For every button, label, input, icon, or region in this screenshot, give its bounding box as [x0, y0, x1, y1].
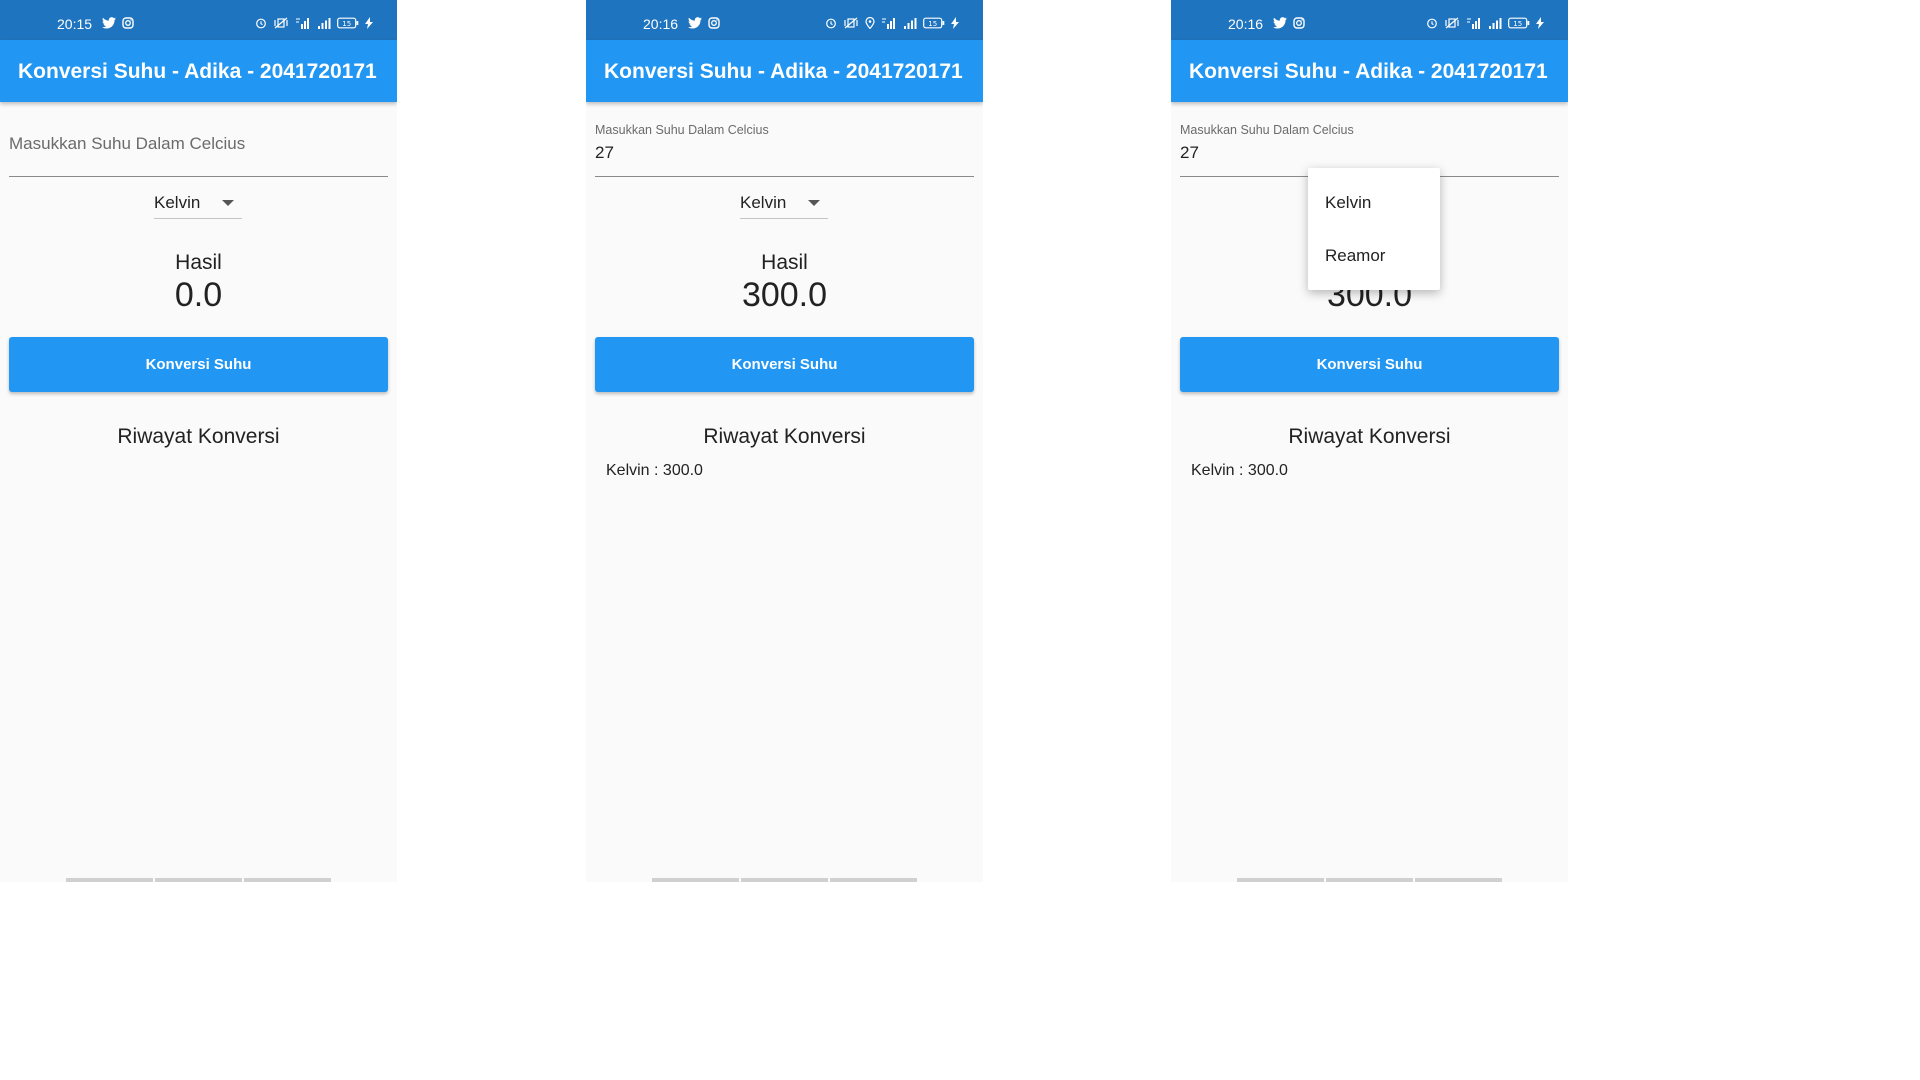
twitter-icon	[102, 17, 116, 29]
vibrate-icon	[1445, 17, 1459, 29]
celsius-input-field[interactable]: Masukkan Suhu Dalam Celcius	[9, 118, 388, 177]
navigation-handle[interactable]	[652, 878, 917, 882]
app-bar: Konversi Suhu - Adika - 2041720171	[586, 40, 983, 102]
charging-icon	[1536, 17, 1544, 29]
status-notification-icons	[1273, 17, 1305, 29]
history-list: Kelvin : 300.0	[1191, 461, 1551, 481]
status-bar: 20:16 15	[1171, 0, 1568, 40]
alarm-icon	[256, 18, 266, 29]
app-title: Konversi Suhu - Adika - 2041720171	[604, 60, 963, 83]
charging-icon	[365, 17, 373, 29]
signal-icon	[318, 18, 331, 29]
dropdown-option-kelvin[interactable]: Kelvin	[1325, 193, 1371, 213]
twitter-icon	[688, 17, 702, 29]
alarm-icon	[1427, 18, 1437, 29]
navigation-handle[interactable]	[1237, 878, 1502, 882]
unit-dropdown-menu: Kelvin Reamor	[1308, 168, 1440, 290]
app-bar: Konversi Suhu - Adika - 2041720171	[1171, 40, 1568, 102]
instagram-icon	[708, 17, 720, 29]
history-title: Riwayat Konversi	[117, 425, 280, 448]
dropdown-arrow-icon	[808, 200, 820, 206]
celsius-input-placeholder: Masukkan Suhu Dalam Celcius	[9, 134, 246, 153]
svg-text:15: 15	[342, 20, 351, 28]
status-notification-icons	[688, 17, 720, 29]
celsius-input-value: 27	[595, 143, 614, 162]
battery-icon: 15	[923, 17, 945, 29]
dropdown-arrow-icon	[222, 200, 234, 206]
celsius-input-value: 27	[1180, 143, 1199, 162]
signal-icon	[1489, 18, 1502, 29]
celsius-input-label: Masukkan Suhu Dalam Celcius	[1180, 123, 1354, 137]
status-bar: 20:16 15	[586, 0, 983, 40]
mobile-data-icon	[882, 18, 895, 29]
status-time: 20:16	[643, 16, 679, 32]
vibrate-icon	[844, 17, 858, 29]
status-time: 20:15	[57, 16, 93, 32]
unit-dropdown-value: Kelvin	[740, 193, 787, 212]
mobile-data-icon	[1467, 18, 1480, 29]
battery-icon: 15	[337, 17, 359, 29]
unit-dropdown-value: Kelvin	[154, 193, 201, 212]
app-title: Konversi Suhu - Adika - 2041720171	[18, 60, 377, 83]
status-system-icons: 15	[255, 17, 373, 29]
charging-icon	[951, 17, 959, 29]
unit-dropdown[interactable]: Kelvin	[740, 188, 828, 219]
signal-icon	[904, 18, 917, 29]
vibrate-icon	[274, 17, 288, 29]
history-item: Kelvin : 300.0	[606, 462, 703, 479]
location-icon	[865, 17, 875, 29]
history-list: Kelvin : 300.0	[606, 461, 966, 481]
mobile-data-icon	[296, 18, 309, 29]
celsius-input-label: Masukkan Suhu Dalam Celcius	[595, 123, 769, 137]
instagram-icon	[122, 17, 134, 29]
history-item: Kelvin : 300.0	[1191, 462, 1288, 479]
battery-icon: 15	[1508, 17, 1530, 29]
instagram-icon	[1293, 17, 1305, 29]
navigation-handle[interactable]	[66, 878, 331, 882]
status-time: 20:16	[1228, 16, 1264, 32]
app-bar: Konversi Suhu - Adika - 2041720171	[0, 40, 397, 102]
twitter-icon	[1273, 17, 1287, 29]
phone-screen-2: 20:16 15 Konversi Suhu - Adika - 2041720…	[586, 0, 983, 882]
alarm-icon	[826, 18, 836, 29]
result-label: Hasil	[175, 251, 222, 274]
phone-screen-1: 20:15 15 Konversi Suhu - Adika - 2041720…	[0, 0, 397, 882]
convert-button[interactable]: Konversi Suhu	[595, 337, 974, 392]
status-bar: 20:15 15	[0, 0, 397, 40]
convert-button[interactable]: Konversi Suhu	[1180, 337, 1559, 392]
status-notification-icons	[102, 17, 134, 29]
result-value: 300.0	[741, 276, 828, 314]
svg-text:15: 15	[928, 20, 937, 28]
svg-text:15: 15	[1513, 20, 1522, 28]
history-title: Riwayat Konversi	[703, 425, 866, 448]
dropdown-option-reamor[interactable]: Reamor	[1325, 246, 1385, 266]
celsius-input-field[interactable]: Masukkan Suhu Dalam Celcius 27	[595, 118, 974, 177]
result-label: Hasil	[761, 251, 808, 274]
app-title: Konversi Suhu - Adika - 2041720171	[1189, 60, 1548, 83]
status-system-icons: 15	[825, 17, 959, 29]
unit-dropdown[interactable]: Kelvin	[154, 188, 242, 219]
result-value: 0.0	[174, 276, 223, 314]
phone-screen-3: 20:16 15 Konversi Suhu - Adika - 2041720…	[1171, 0, 1568, 882]
convert-button[interactable]: Konversi Suhu	[9, 337, 388, 392]
history-title: Riwayat Konversi	[1288, 425, 1451, 448]
status-system-icons: 15	[1426, 17, 1544, 29]
